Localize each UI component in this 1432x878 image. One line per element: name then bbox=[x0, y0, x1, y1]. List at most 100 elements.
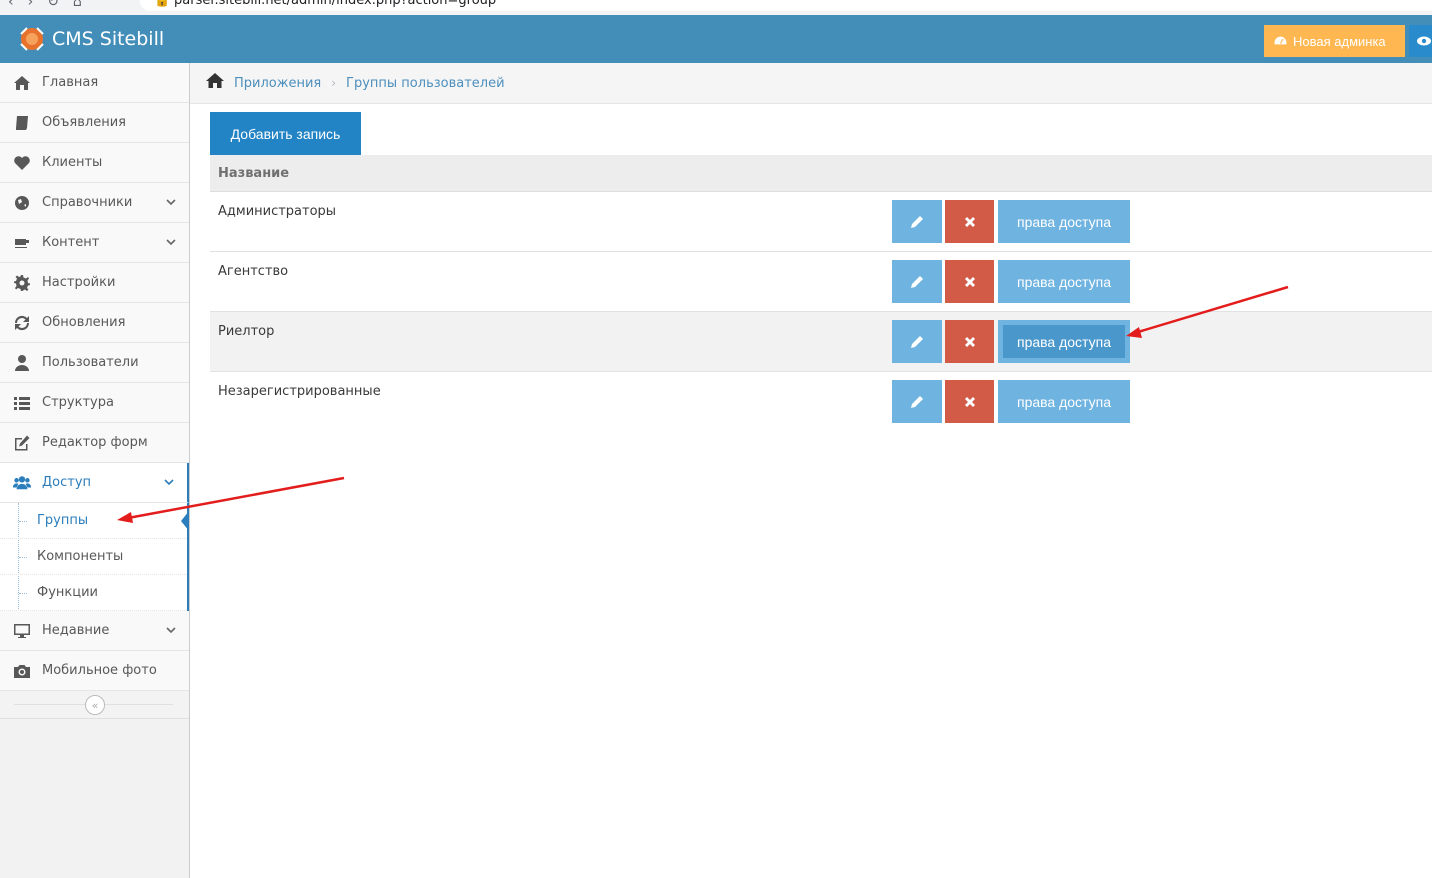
delete-button[interactable] bbox=[945, 200, 994, 243]
brand[interactable]: CMS Sitebill bbox=[18, 25, 164, 53]
breadcrumb-applications[interactable]: Приложения bbox=[234, 76, 321, 91]
book-icon bbox=[12, 114, 32, 132]
home-icon[interactable] bbox=[206, 73, 224, 93]
group-name: Администраторы bbox=[218, 204, 337, 219]
sidebar-item-label: Доступ bbox=[42, 475, 92, 490]
edit-button[interactable] bbox=[892, 200, 942, 243]
list-icon bbox=[12, 394, 32, 412]
edit-button[interactable] bbox=[892, 320, 942, 363]
submenu-item-components[interactable]: Компоненты bbox=[0, 539, 187, 575]
table-row: Риелтор права доступа bbox=[210, 312, 1432, 372]
access-rights-button[interactable]: права доступа bbox=[998, 200, 1130, 243]
gear-icon bbox=[12, 274, 32, 292]
address-bar-text: parser.sitebill.net/admin/index.php?acti… bbox=[174, 0, 497, 8]
close-icon bbox=[964, 276, 975, 287]
chevron-down-icon[interactable] bbox=[165, 624, 177, 636]
table-header: Название bbox=[210, 155, 1432, 192]
sidebar-item-settings[interactable]: Настройки bbox=[0, 263, 189, 303]
coffee-icon bbox=[12, 234, 32, 252]
sidebar-item-label: Мобильное фото bbox=[42, 663, 157, 678]
globe-icon bbox=[12, 194, 32, 212]
breadcrumb-separator-icon: › bbox=[331, 76, 337, 90]
group-name: Агентство bbox=[218, 264, 289, 279]
address-bar[interactable]: 🔒 parser.sitebill.net/admin/index.php?ac… bbox=[140, 0, 1432, 11]
close-icon bbox=[964, 396, 975, 407]
close-icon bbox=[964, 336, 975, 347]
add-record-button[interactable]: Добавить запись bbox=[210, 112, 361, 155]
sidebar-collapse-bar: « bbox=[0, 691, 189, 719]
sidebar-item-users[interactable]: Пользователи bbox=[0, 343, 189, 383]
sidebar-item-access[interactable]: Доступ bbox=[0, 463, 189, 503]
sidebar-item-label: Клиенты bbox=[42, 155, 103, 170]
sidebar-item-home[interactable]: Главная bbox=[0, 63, 189, 103]
pencil-icon bbox=[911, 335, 923, 348]
sidebar-item-label: Недавние bbox=[42, 623, 110, 638]
desktop-icon bbox=[12, 622, 32, 640]
access-rights-button[interactable]: права доступа bbox=[998, 380, 1130, 423]
sidebar-item-mobile-photo[interactable]: Мобильное фото bbox=[0, 651, 189, 691]
table-row: Незарегистрированные права доступа bbox=[210, 372, 1432, 432]
camera-icon bbox=[12, 662, 32, 680]
sidebar-item-content[interactable]: Контент bbox=[0, 223, 189, 263]
pencil-icon bbox=[911, 275, 923, 288]
sidebar-item-label: Настройки bbox=[42, 275, 116, 290]
edit-button[interactable] bbox=[892, 380, 942, 423]
sidebar-item-label: Главная bbox=[42, 75, 99, 90]
chevron-down-icon[interactable] bbox=[165, 196, 177, 208]
delete-button[interactable] bbox=[945, 260, 994, 303]
table-row: Агентство права доступа bbox=[210, 252, 1432, 312]
sidebar-item-form-editor[interactable]: Редактор форм bbox=[0, 423, 189, 463]
sidebar-item-clients[interactable]: Клиенты bbox=[0, 143, 189, 183]
sidebar-item-updates[interactable]: Обновления bbox=[0, 303, 189, 343]
edit-button[interactable] bbox=[892, 260, 942, 303]
sidebar-item-recent[interactable]: Недавние bbox=[0, 611, 189, 651]
close-icon bbox=[964, 216, 975, 227]
submenu-item-functions[interactable]: Функции bbox=[0, 575, 187, 611]
submenu-item-groups[interactable]: Группы bbox=[0, 503, 189, 539]
access-submenu: Группы Компоненты Функции bbox=[0, 503, 189, 611]
new-admin-button[interactable]: Новая админка bbox=[1264, 25, 1405, 57]
sidebar: Главная Объявления Клиенты Справочники К… bbox=[0, 63, 190, 878]
delete-button[interactable] bbox=[945, 320, 994, 363]
sidebar-item-structure[interactable]: Структура bbox=[0, 383, 189, 423]
sidebar-item-label: Редактор форм bbox=[42, 435, 148, 450]
brand-title: CMS Sitebill bbox=[52, 28, 165, 50]
group-name: Риелтор bbox=[218, 324, 275, 339]
home-icon bbox=[12, 74, 32, 92]
dashboard-icon bbox=[1274, 35, 1287, 46]
sidebar-item-label: Пользователи bbox=[42, 355, 139, 370]
heart-icon bbox=[12, 154, 32, 172]
new-admin-label: Новая админка bbox=[1293, 33, 1386, 49]
chevron-down-icon[interactable] bbox=[163, 476, 175, 488]
sidebar-item-directories[interactable]: Справочники bbox=[0, 183, 189, 223]
sidebar-item-label: Контент bbox=[42, 235, 100, 250]
pencil-icon bbox=[911, 395, 923, 408]
sidebar-item-label: Обновления bbox=[42, 315, 126, 330]
access-rights-button[interactable]: права доступа bbox=[998, 320, 1130, 363]
sidebar-item-label: Структура bbox=[42, 395, 114, 410]
user-icon bbox=[12, 354, 32, 372]
pencil-icon bbox=[911, 215, 923, 228]
sidebar-item-label: Объявления bbox=[42, 115, 126, 130]
collapse-sidebar-icon[interactable]: « bbox=[85, 695, 105, 715]
group-name: Незарегистрированные bbox=[218, 384, 381, 399]
sidebar-item-listings[interactable]: Объявления bbox=[0, 103, 189, 143]
column-header-name[interactable]: Название bbox=[218, 166, 289, 181]
browser-toolbar: ‹›↻⌂ 🔒 parser.sitebill.net/admin/index.p… bbox=[0, 0, 1432, 15]
view-site-button[interactable] bbox=[1409, 25, 1432, 57]
chevron-down-icon[interactable] bbox=[165, 236, 177, 248]
delete-button[interactable] bbox=[945, 380, 994, 423]
sitebill-logo-icon bbox=[20, 27, 44, 51]
eye-icon bbox=[1417, 36, 1431, 46]
breadcrumb-user-groups[interactable]: Группы пользователей bbox=[346, 76, 505, 91]
table-row: Администраторы права доступа bbox=[210, 192, 1432, 252]
edit-icon bbox=[12, 434, 32, 452]
breadcrumb: Приложения › Группы пользователей bbox=[190, 63, 1432, 104]
top-navbar: CMS Sitebill Новая админка bbox=[0, 15, 1432, 63]
groups-table: Название Администраторы права доступа Аг… bbox=[210, 155, 1432, 432]
sidebar-item-label: Справочники bbox=[42, 195, 133, 210]
lock-icon: 🔒 bbox=[154, 0, 171, 8]
browser-nav-icons[interactable]: ‹›↻⌂ bbox=[8, 0, 96, 10]
access-rights-button[interactable]: права доступа bbox=[998, 260, 1130, 303]
refresh-icon bbox=[12, 314, 32, 332]
